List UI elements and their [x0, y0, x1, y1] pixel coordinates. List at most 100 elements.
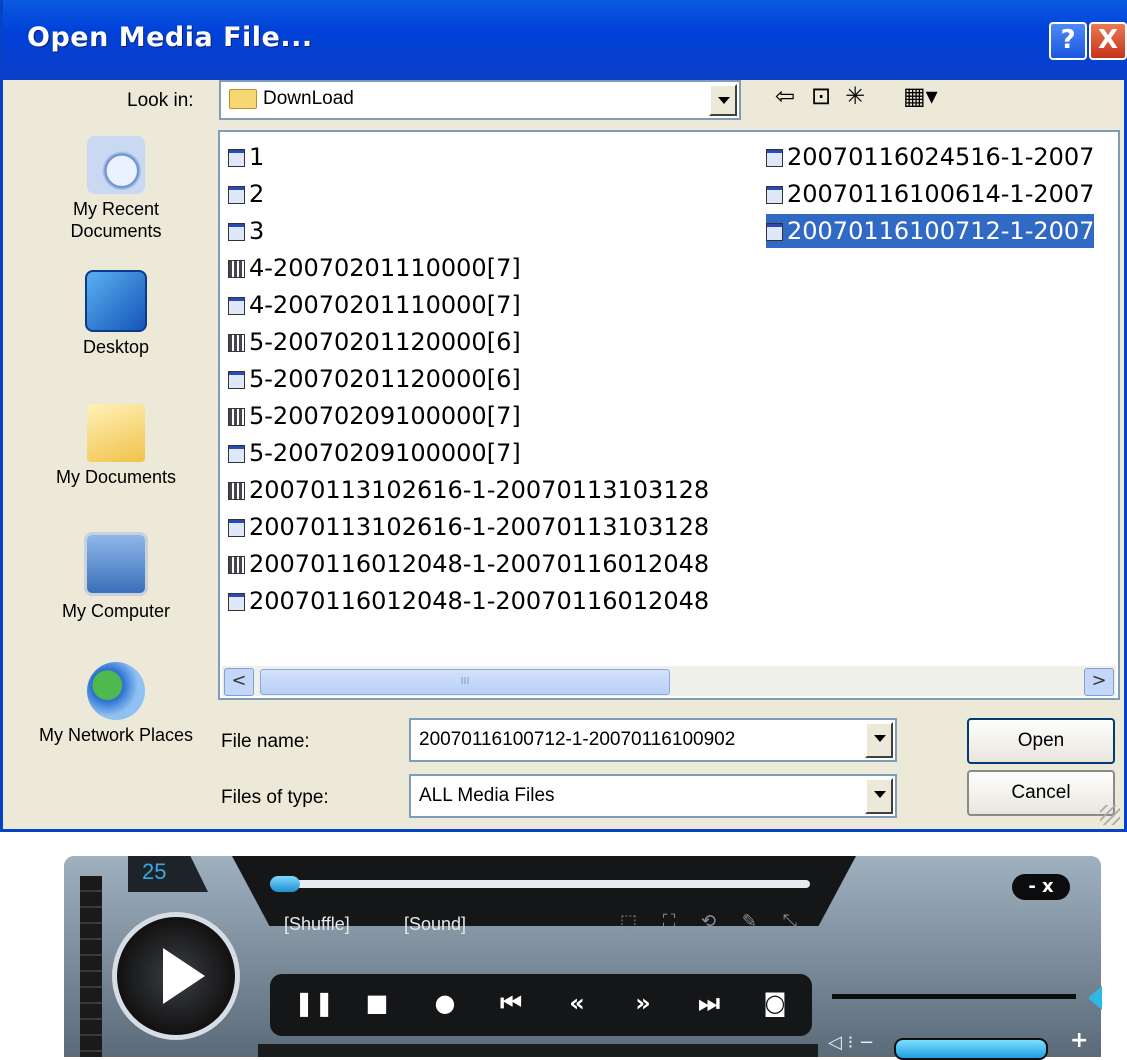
help-button[interactable]: ?	[1049, 22, 1087, 60]
file-list-item[interactable]: 20070116100712-1-2007	[766, 214, 1095, 248]
place-label: My Documents	[55, 467, 177, 487]
file-name: 3	[249, 217, 265, 245]
display-mode-icons[interactable]: ⬚ ⛶ ⟲ ✎ ⤡	[620, 911, 807, 932]
file-name-value: 20070116100712-1-20070116100902	[419, 729, 736, 750]
media-file-icon	[228, 223, 245, 241]
place-label: Desktop	[82, 337, 150, 357]
file-name: 20070113102616-1-20070113103128	[249, 476, 710, 504]
chevron-down-icon[interactable]	[865, 722, 893, 758]
next-button[interactable]: ⏭	[692, 986, 726, 1020]
seek-knob[interactable]	[270, 876, 300, 892]
volume-icon: ◁ ⁝ −	[828, 1032, 875, 1053]
my-documents-icon	[87, 404, 145, 462]
file-name: 5-20070209100000[7]	[249, 439, 521, 467]
file-list-item[interactable]: 20070116012048-1-20070116012048	[228, 584, 709, 618]
file-name: 5-20070201120000[6]	[249, 328, 521, 356]
cancel-button[interactable]: Cancel	[967, 770, 1115, 816]
back-icon[interactable]: ⇦	[775, 82, 795, 110]
file-list-item[interactable]: 20070116100614-1-2007	[766, 177, 1094, 211]
desktop-icon	[85, 270, 147, 332]
bottom-panel	[258, 1044, 818, 1057]
look-in-value: DownLoad	[263, 88, 354, 109]
media-file-icon	[228, 186, 245, 204]
movie-file-icon	[228, 556, 245, 574]
file-list-item[interactable]: 5-20070201120000[6]	[228, 362, 521, 396]
place-my-network-places[interactable]: My Network Places	[31, 662, 201, 746]
file-list-item[interactable]: 1	[228, 140, 264, 174]
media-file-icon	[228, 519, 245, 537]
scroll-left-button[interactable]: <	[224, 668, 254, 696]
scroll-thumb[interactable]: III	[260, 669, 670, 695]
file-list-item[interactable]: 3	[228, 214, 264, 248]
views-menu-icon[interactable]: ▦▾	[903, 82, 938, 110]
play-button[interactable]	[112, 912, 240, 1040]
file-list-item[interactable]: 5-20070201120000[6]	[228, 325, 521, 359]
network-places-icon	[87, 662, 145, 720]
previous-button[interactable]: ⏮	[494, 986, 528, 1020]
record-button[interactable]: ●	[428, 986, 462, 1020]
file-list-item[interactable]: 20070113102616-1-20070113103128	[228, 510, 709, 544]
resize-grip[interactable]	[1100, 805, 1120, 825]
file-name: 20070116024516-1-2007	[787, 143, 1095, 171]
snapshot-button[interactable]: ◙	[758, 986, 792, 1020]
look-in-value-wrap: DownLoad	[229, 88, 354, 110]
forward-button[interactable]: »	[626, 986, 660, 1020]
seek-bar[interactable]	[270, 880, 810, 888]
file-list-item[interactable]: 5-20070209100000[7]	[228, 436, 521, 470]
file-name: 4-20070201110000[7]	[249, 254, 521, 282]
file-name-label: File name:	[221, 731, 310, 752]
title-bar[interactable]: Open Media File... ? X	[3, 0, 1127, 80]
media-file-icon	[766, 149, 783, 167]
volume-plus[interactable]: +	[1070, 1028, 1088, 1053]
file-list-item[interactable]: 4-20070201110000[7]	[228, 288, 521, 322]
place-my-computer[interactable]: My Computer	[31, 532, 201, 622]
up-folder-icon[interactable]: ⊡	[811, 82, 831, 110]
file-name-input[interactable]: 20070116100712-1-20070116100902	[409, 718, 897, 762]
place-label: My Recent Documents	[70, 199, 162, 241]
horizontal-scrollbar[interactable]: < III >	[222, 666, 1116, 696]
balance-line	[832, 994, 1076, 999]
files-of-type-dropdown[interactable]: ALL Media Files	[409, 774, 897, 818]
file-list[interactable]: 1 2 3 4-20070201110000[7] 4-20070201110000[7…	[218, 130, 1120, 700]
pause-button[interactable]: ❚❚	[294, 986, 334, 1020]
stop-button[interactable]: ■	[360, 986, 394, 1020]
media-file-icon	[228, 445, 245, 463]
sound-toggle[interactable]: [Sound]	[404, 914, 466, 935]
movie-file-icon	[228, 260, 245, 278]
file-list-item[interactable]: 5-20070209100000[7]	[228, 399, 521, 433]
new-folder-icon[interactable]: ✳	[845, 82, 865, 110]
file-name: 5-20070201120000[6]	[249, 365, 521, 393]
close-button[interactable]: X	[1089, 22, 1127, 60]
balance-marker[interactable]	[1088, 986, 1102, 1010]
file-list-item[interactable]: 20070116024516-1-2007	[766, 140, 1094, 174]
file-list-item[interactable]: 4-20070201110000[7]	[228, 251, 521, 285]
media-file-icon	[228, 371, 245, 389]
media-file-icon	[228, 297, 245, 315]
shuffle-toggle[interactable]: [Shuffle]	[284, 914, 350, 935]
file-name: 20070116012048-1-20070116012048	[249, 587, 710, 615]
file-name: 5-20070209100000[7]	[249, 402, 521, 430]
chevron-down-icon[interactable]	[865, 778, 893, 814]
track-number: 25	[128, 856, 208, 892]
place-my-recent-documents[interactable]: My Recent Documents	[31, 136, 201, 242]
rewind-button[interactable]: «	[560, 986, 594, 1020]
recent-documents-icon	[87, 136, 145, 194]
open-button[interactable]: Open	[967, 718, 1115, 764]
media-file-icon	[766, 223, 783, 241]
place-desktop[interactable]: Desktop	[31, 270, 201, 358]
file-list-item[interactable]: 2	[228, 177, 264, 211]
file-list-item[interactable]: 20070116012048-1-20070116012048	[228, 547, 709, 581]
look-in-dropdown[interactable]: DownLoad	[219, 80, 741, 120]
movie-file-icon	[228, 482, 245, 500]
place-my-documents[interactable]: My Documents	[31, 404, 201, 488]
place-label: My Network Places	[38, 725, 194, 745]
file-name: 2	[249, 180, 265, 208]
file-list-item[interactable]: 20070113102616-1-20070113103128	[228, 473, 709, 507]
window-buttons[interactable]: - x	[1012, 874, 1070, 900]
folder-icon	[229, 88, 257, 109]
movie-file-icon	[228, 408, 245, 426]
chevron-down-icon[interactable]	[709, 84, 737, 116]
scroll-right-button[interactable]: >	[1084, 668, 1114, 696]
files-of-type-value: ALL Media Files	[419, 785, 555, 806]
look-in-label: Look in:	[127, 90, 194, 111]
